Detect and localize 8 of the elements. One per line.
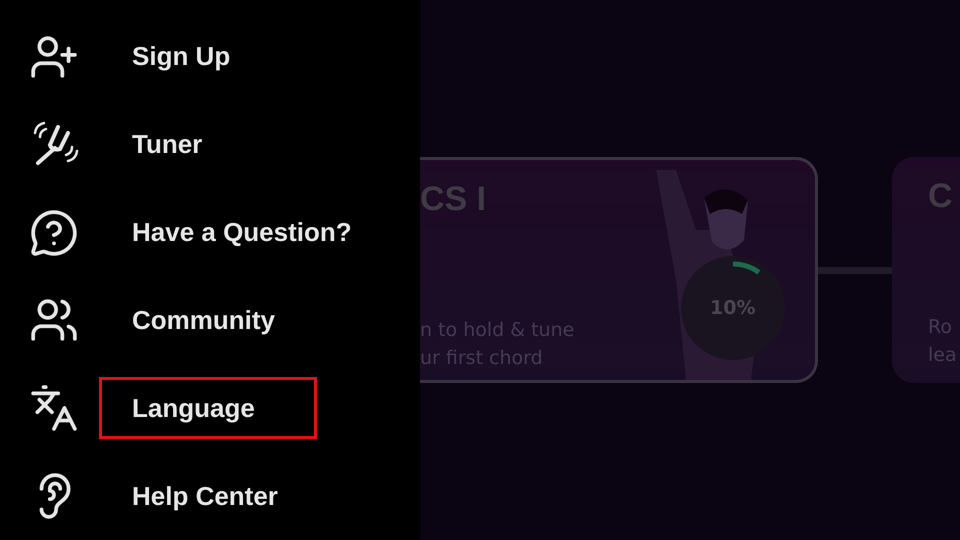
menu-item[interactable]: Language xyxy=(99,377,317,440)
help-icon xyxy=(29,208,79,258)
menu-item[interactable]: Help Center xyxy=(99,465,317,528)
translate-icon xyxy=(29,383,79,434)
menu-item[interactable]: Have a Question? xyxy=(99,202,363,264)
menu-item[interactable]: Tuner xyxy=(99,114,317,176)
menu-item[interactable]: Community xyxy=(99,289,317,352)
menu-item[interactable]: Sign Up xyxy=(99,26,317,88)
